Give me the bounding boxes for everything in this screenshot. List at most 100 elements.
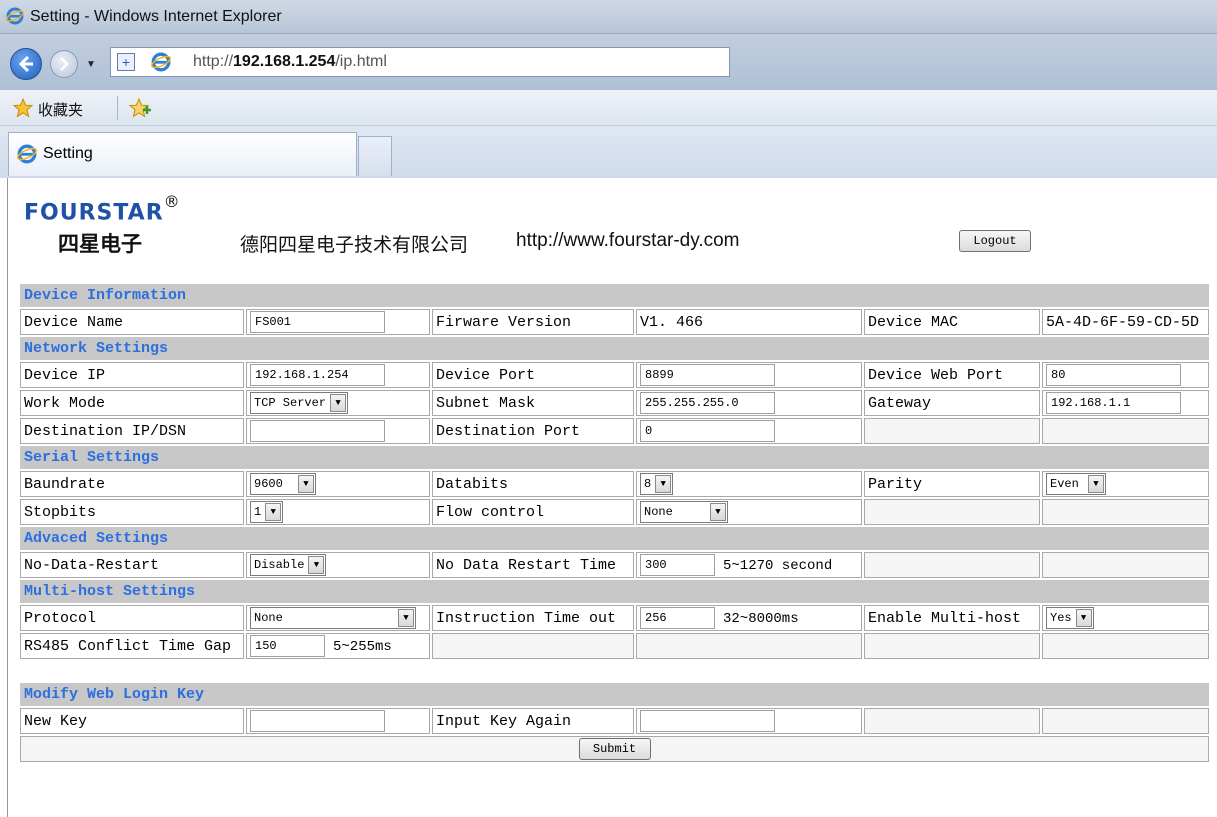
baudrate-select[interactable]: 9600 ▼ bbox=[250, 473, 316, 495]
empty-cell bbox=[1042, 499, 1209, 525]
history-dropdown-icon[interactable]: ▼ bbox=[86, 59, 96, 70]
table-row: Protocol None ▼ Instruction Time out 32~8… bbox=[20, 605, 1209, 631]
device-name-input[interactable] bbox=[250, 311, 385, 333]
baudrate-label: Baundrate bbox=[20, 471, 244, 497]
empty-cell bbox=[864, 552, 1040, 578]
no-data-restart-label: No-Data-Restart bbox=[20, 552, 244, 578]
subnet-mask-label: Subnet Mask bbox=[432, 390, 634, 416]
flow-control-label: Flow control bbox=[432, 499, 634, 525]
device-web-port-label: Device Web Port bbox=[864, 362, 1040, 388]
restart-time-label: No Data Restart Time bbox=[432, 552, 634, 578]
work-mode-label: Work Mode bbox=[20, 390, 244, 416]
favorites-label[interactable]: 收藏夹 bbox=[38, 99, 83, 120]
parity-select[interactable]: Even ▼ bbox=[1046, 473, 1106, 495]
star-icon[interactable] bbox=[12, 97, 34, 119]
favorites-separator bbox=[117, 96, 118, 120]
parity-label: Parity bbox=[864, 471, 1040, 497]
chevron-down-icon[interactable]: ▼ bbox=[330, 394, 347, 412]
instruction-timeout-label: Instruction Time out bbox=[432, 605, 634, 631]
subnet-mask-input[interactable] bbox=[640, 392, 775, 414]
gateway-input[interactable] bbox=[1046, 392, 1181, 414]
device-web-port-input[interactable] bbox=[1046, 364, 1181, 386]
table-row: Device Information bbox=[20, 284, 1209, 307]
table-row: Work Mode TCP Server▼ Subnet Mask Gatewa… bbox=[20, 390, 1209, 416]
window-titlebar: Setting - Windows Internet Explorer bbox=[0, 0, 1217, 34]
chevron-down-icon[interactable]: ▼ bbox=[398, 609, 414, 627]
company-name: 德阳四星电子技术有限公司 bbox=[240, 235, 469, 256]
back-button[interactable] bbox=[10, 48, 42, 80]
enable-multi-host-select[interactable]: Yes ▼ bbox=[1046, 607, 1094, 629]
rs485-gap-input[interactable] bbox=[250, 635, 325, 657]
company-website: http://www.fourstar-dy.com bbox=[516, 230, 740, 251]
ie-logo-icon bbox=[6, 7, 24, 25]
destination-port-input[interactable] bbox=[640, 420, 775, 442]
chevron-down-icon[interactable]: ▼ bbox=[298, 475, 314, 493]
forward-button[interactable] bbox=[50, 50, 78, 78]
empty-cell bbox=[864, 418, 1040, 444]
instruction-timeout-input[interactable] bbox=[640, 607, 715, 629]
favorites-bar bbox=[0, 90, 1217, 126]
device-port-input[interactable] bbox=[640, 364, 775, 386]
chevron-down-icon[interactable]: ▼ bbox=[710, 503, 726, 521]
address-bar[interactable]: + http://192.168.1.254/ip.html bbox=[110, 47, 730, 77]
tab-setting[interactable]: Setting bbox=[8, 132, 357, 176]
protocol-select[interactable]: None ▼ bbox=[250, 607, 416, 629]
table-row: Submit bbox=[20, 736, 1209, 762]
section-network-settings: Network Settings bbox=[20, 337, 1209, 360]
table-row: Destination IP/DSN Destination Port bbox=[20, 418, 1209, 444]
compatibility-icon[interactable]: + bbox=[117, 53, 135, 71]
logout-button[interactable]: Logout bbox=[959, 230, 1031, 252]
ie-logo-icon bbox=[17, 144, 37, 164]
submit-button[interactable]: Submit bbox=[578, 738, 651, 760]
databits-select[interactable]: 8 ▼ bbox=[640, 473, 674, 495]
table-row: Device IP Device Port Device Web Port bbox=[20, 362, 1209, 388]
no-data-restart-select[interactable]: Disable ▼ bbox=[250, 554, 327, 576]
spacer-row bbox=[20, 661, 1209, 681]
empty-cell bbox=[864, 633, 1040, 659]
chevron-down-icon[interactable]: ▼ bbox=[1088, 475, 1104, 493]
section-advanced-settings: Advaced Settings bbox=[20, 527, 1209, 550]
destination-port-label: Destination Port bbox=[432, 418, 634, 444]
table-row: Serial Settings bbox=[20, 446, 1209, 469]
input-key-again-label: Input Key Again bbox=[432, 708, 634, 734]
empty-cell bbox=[1042, 552, 1209, 578]
destination-ip-input[interactable] bbox=[250, 420, 385, 442]
table-row: Modify Web Login Key bbox=[20, 683, 1209, 706]
work-mode-select[interactable]: TCP Server ▼ bbox=[250, 392, 349, 414]
stopbits-label: Stopbits bbox=[20, 499, 244, 525]
device-ip-label: Device IP bbox=[20, 362, 244, 388]
table-row: Baundrate 9600 ▼ Databits 8 ▼ Parity Even ▼ bbox=[20, 471, 1209, 497]
restart-time-input[interactable] bbox=[640, 554, 715, 576]
section-serial-settings: Serial Settings bbox=[20, 446, 1209, 469]
empty-cell bbox=[1042, 418, 1209, 444]
input-key-again-input[interactable] bbox=[640, 710, 775, 732]
enable-multi-host-value: Yes bbox=[1050, 611, 1072, 625]
section-multi-host-settings: Multi-host Settings bbox=[20, 580, 1209, 603]
submit-row: Submit bbox=[20, 736, 1209, 762]
back-arrow-icon bbox=[18, 55, 33, 73]
protocol-value: None bbox=[254, 611, 283, 625]
empty-cell bbox=[864, 708, 1040, 734]
device-ip-input[interactable] bbox=[250, 364, 385, 386]
empty-cell bbox=[1042, 708, 1209, 734]
section-modify-login-key: Modify Web Login Key bbox=[20, 683, 1209, 706]
table-row: Multi-host Settings bbox=[20, 580, 1209, 603]
window-title: Setting - Windows Internet Explorer bbox=[30, 8, 282, 25]
add-favorite-icon[interactable] bbox=[128, 97, 152, 119]
parity-value: Even bbox=[1050, 477, 1079, 491]
new-tab-button[interactable] bbox=[358, 136, 392, 176]
chevron-down-icon[interactable]: ▼ bbox=[308, 556, 325, 574]
chevron-down-icon[interactable]: ▼ bbox=[1075, 609, 1092, 627]
new-key-input[interactable] bbox=[250, 710, 385, 732]
table-row: Network Settings bbox=[20, 337, 1209, 360]
address-url[interactable]: http://192.168.1.254/ip.html bbox=[193, 53, 387, 71]
chevron-down-icon[interactable]: ▼ bbox=[265, 503, 282, 521]
flow-control-select[interactable]: None ▼ bbox=[640, 501, 728, 523]
chevron-down-icon[interactable]: ▼ bbox=[655, 475, 672, 493]
table-row: No-Data-Restart Disable ▼ No Data Restart… bbox=[20, 552, 1209, 578]
stopbits-select[interactable]: 1 ▼ bbox=[250, 501, 284, 523]
firmware-version-value: V1. 466 bbox=[636, 309, 862, 335]
empty-cell bbox=[1042, 633, 1209, 659]
forward-arrow-icon bbox=[60, 57, 69, 71]
section-device-information: Device Information bbox=[20, 284, 1209, 307]
